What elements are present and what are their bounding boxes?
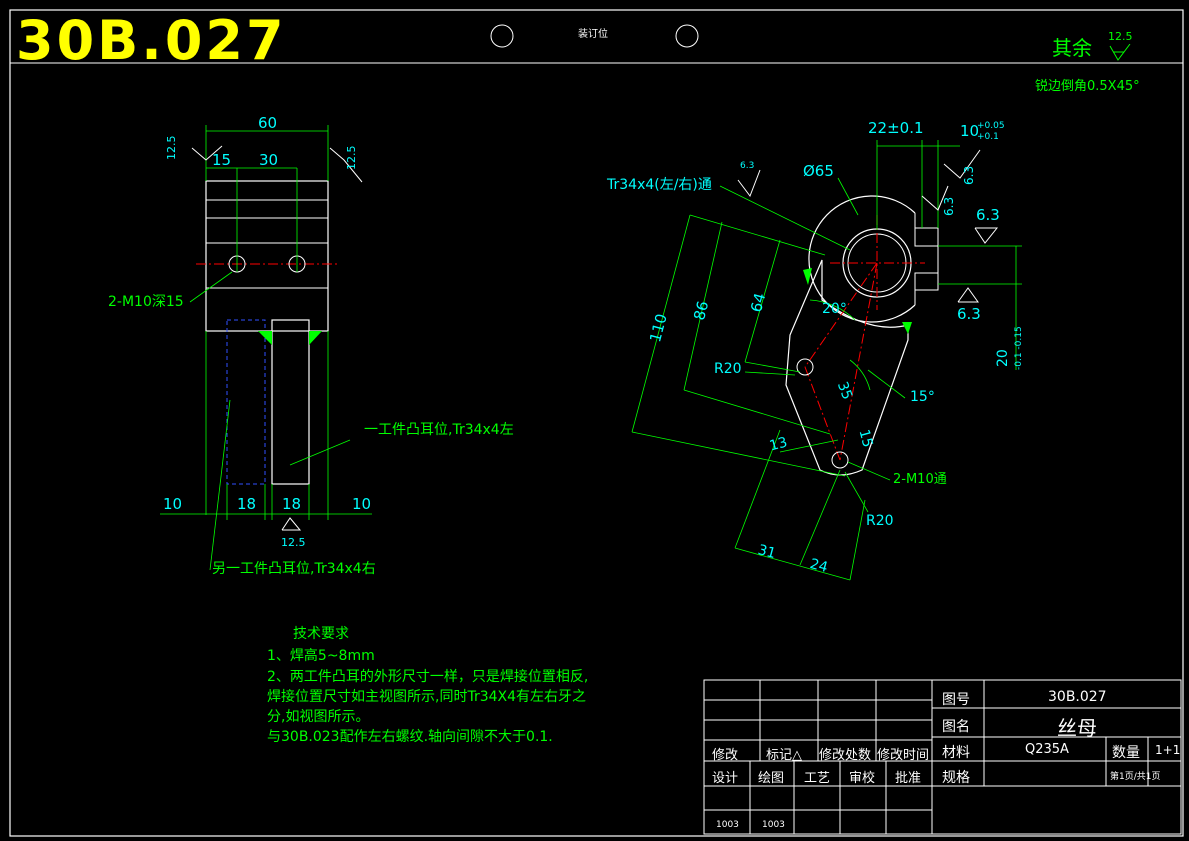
rough-6-3-c: 6.3 bbox=[976, 206, 1000, 224]
tech-req-line-1: 1、焊高5~8mm bbox=[267, 648, 375, 664]
tb-rev-label-2: 标记△ bbox=[766, 748, 802, 763]
tb-role-process: 工艺 bbox=[804, 771, 831, 786]
dim-20-tol: -0.1 -0.15 bbox=[1014, 326, 1024, 370]
dim-phi65: Ø65 bbox=[803, 162, 834, 180]
rough-6-3-a: 6.3 bbox=[962, 165, 976, 185]
tb-role-design: 设计 bbox=[712, 771, 739, 786]
roughness-other-icon bbox=[1109, 44, 1131, 61]
edge-chamfer-note: 锐边倒角0.5X45° bbox=[1035, 79, 1140, 94]
rough-6-3-b: 6.3 bbox=[942, 196, 956, 216]
binding-circle-right bbox=[675, 24, 699, 48]
front-view bbox=[160, 125, 372, 571]
tech-req-line-3: 焊接位置尺寸如主视图所示,同时Tr34X4有左右牙之 bbox=[267, 689, 587, 705]
tb-rev-label-4: 修改时间 bbox=[877, 748, 930, 763]
dim-31: 31 bbox=[756, 542, 778, 563]
dim-r20-upper: R20 bbox=[714, 361, 742, 377]
tb-drawing-no-label: 图号 bbox=[942, 692, 970, 708]
dim-18-left: 18 bbox=[237, 495, 257, 513]
tb-name-value: 丝母 bbox=[1057, 716, 1097, 740]
tb-date-1: 1003 bbox=[716, 820, 739, 830]
dim-15: 15 bbox=[212, 151, 232, 169]
dim-10-tol-up: +0.05 bbox=[977, 121, 1005, 131]
tb-qty-label: 数量 bbox=[1112, 745, 1140, 761]
dim-10-left: 10 bbox=[163, 495, 183, 513]
dim-10-right: 10 bbox=[352, 495, 372, 513]
tb-date-2: 1003 bbox=[762, 820, 785, 830]
label-holes-front: 2-M10深15 bbox=[108, 294, 184, 310]
tb-qty-value: 1+1 bbox=[1155, 743, 1181, 757]
label-thread: Tr34x4(左/右)通 bbox=[607, 177, 712, 193]
tb-spec-label: 规格 bbox=[942, 770, 970, 786]
binding-circle-left bbox=[490, 24, 514, 48]
roughness-other-value: 12.5 bbox=[1108, 30, 1133, 43]
side-view bbox=[631, 140, 1022, 581]
binding-label: 装订位 bbox=[578, 29, 608, 40]
rough-6-3-d: 6.3 bbox=[957, 305, 981, 323]
tech-req-line-4: 分,如视图所示。 bbox=[267, 709, 370, 725]
tb-role-review: 审校 bbox=[849, 771, 876, 786]
dim-30: 30 bbox=[259, 151, 279, 169]
roughness-right: 12.5 bbox=[345, 145, 358, 171]
tb-material-label: 材料 bbox=[942, 745, 970, 761]
dim-10-tol-low: +0.1 bbox=[977, 132, 999, 142]
label-lug-b: 另一工件凸耳位,Tr34x4右 bbox=[212, 561, 376, 577]
dim-18-right: 18 bbox=[282, 495, 302, 513]
tech-req-line-2: 2、两工件凸耳的外形尺寸一样，只是焊接位置相反, bbox=[267, 669, 589, 685]
label-lug-a: 一工件凸耳位,Tr34x4左 bbox=[364, 422, 514, 438]
tb-name-label: 图名 bbox=[942, 719, 970, 735]
drawing-border bbox=[9, 9, 1184, 837]
dim-22: 22±0.1 bbox=[868, 119, 924, 137]
drawing-canvas bbox=[9, 9, 1184, 837]
drawing-number-title: 30B.027 bbox=[16, 9, 287, 72]
thread-roughness: 6.3 bbox=[740, 161, 755, 171]
dim-r20-lower: R20 bbox=[866, 513, 894, 529]
tb-rev-label-3: 修改处数 bbox=[819, 748, 872, 763]
angle-20: 20° bbox=[822, 301, 847, 317]
dim-60: 60 bbox=[258, 114, 278, 132]
dim-15-side: 15 bbox=[855, 427, 876, 450]
dim-20: 20 bbox=[995, 349, 1011, 367]
tb-page-info: 第1页/共1页 bbox=[1110, 772, 1161, 782]
tech-req-line-5: 与30B.023配作左右螺纹.轴向间隙不大于0.1. bbox=[267, 729, 553, 745]
tb-role-approve: 批准 bbox=[895, 771, 922, 786]
tech-req-heading: 技术要求 bbox=[293, 626, 349, 642]
roughness-left: 12.5 bbox=[165, 135, 178, 161]
roughness-bottom: 12.5 bbox=[281, 536, 306, 549]
roughness-other-label: 其余 bbox=[1052, 36, 1092, 60]
dim-24: 24 bbox=[808, 556, 830, 577]
label-holes-side: 2-M10通 bbox=[893, 472, 947, 487]
tb-material-value: Q235A bbox=[1025, 742, 1069, 757]
tb-role-draw: 绘图 bbox=[758, 771, 785, 786]
tb-drawing-no-value: 30B.027 bbox=[1048, 689, 1107, 705]
angle-15: 15° bbox=[910, 389, 935, 405]
tb-rev-label-1: 修改 bbox=[712, 748, 739, 763]
